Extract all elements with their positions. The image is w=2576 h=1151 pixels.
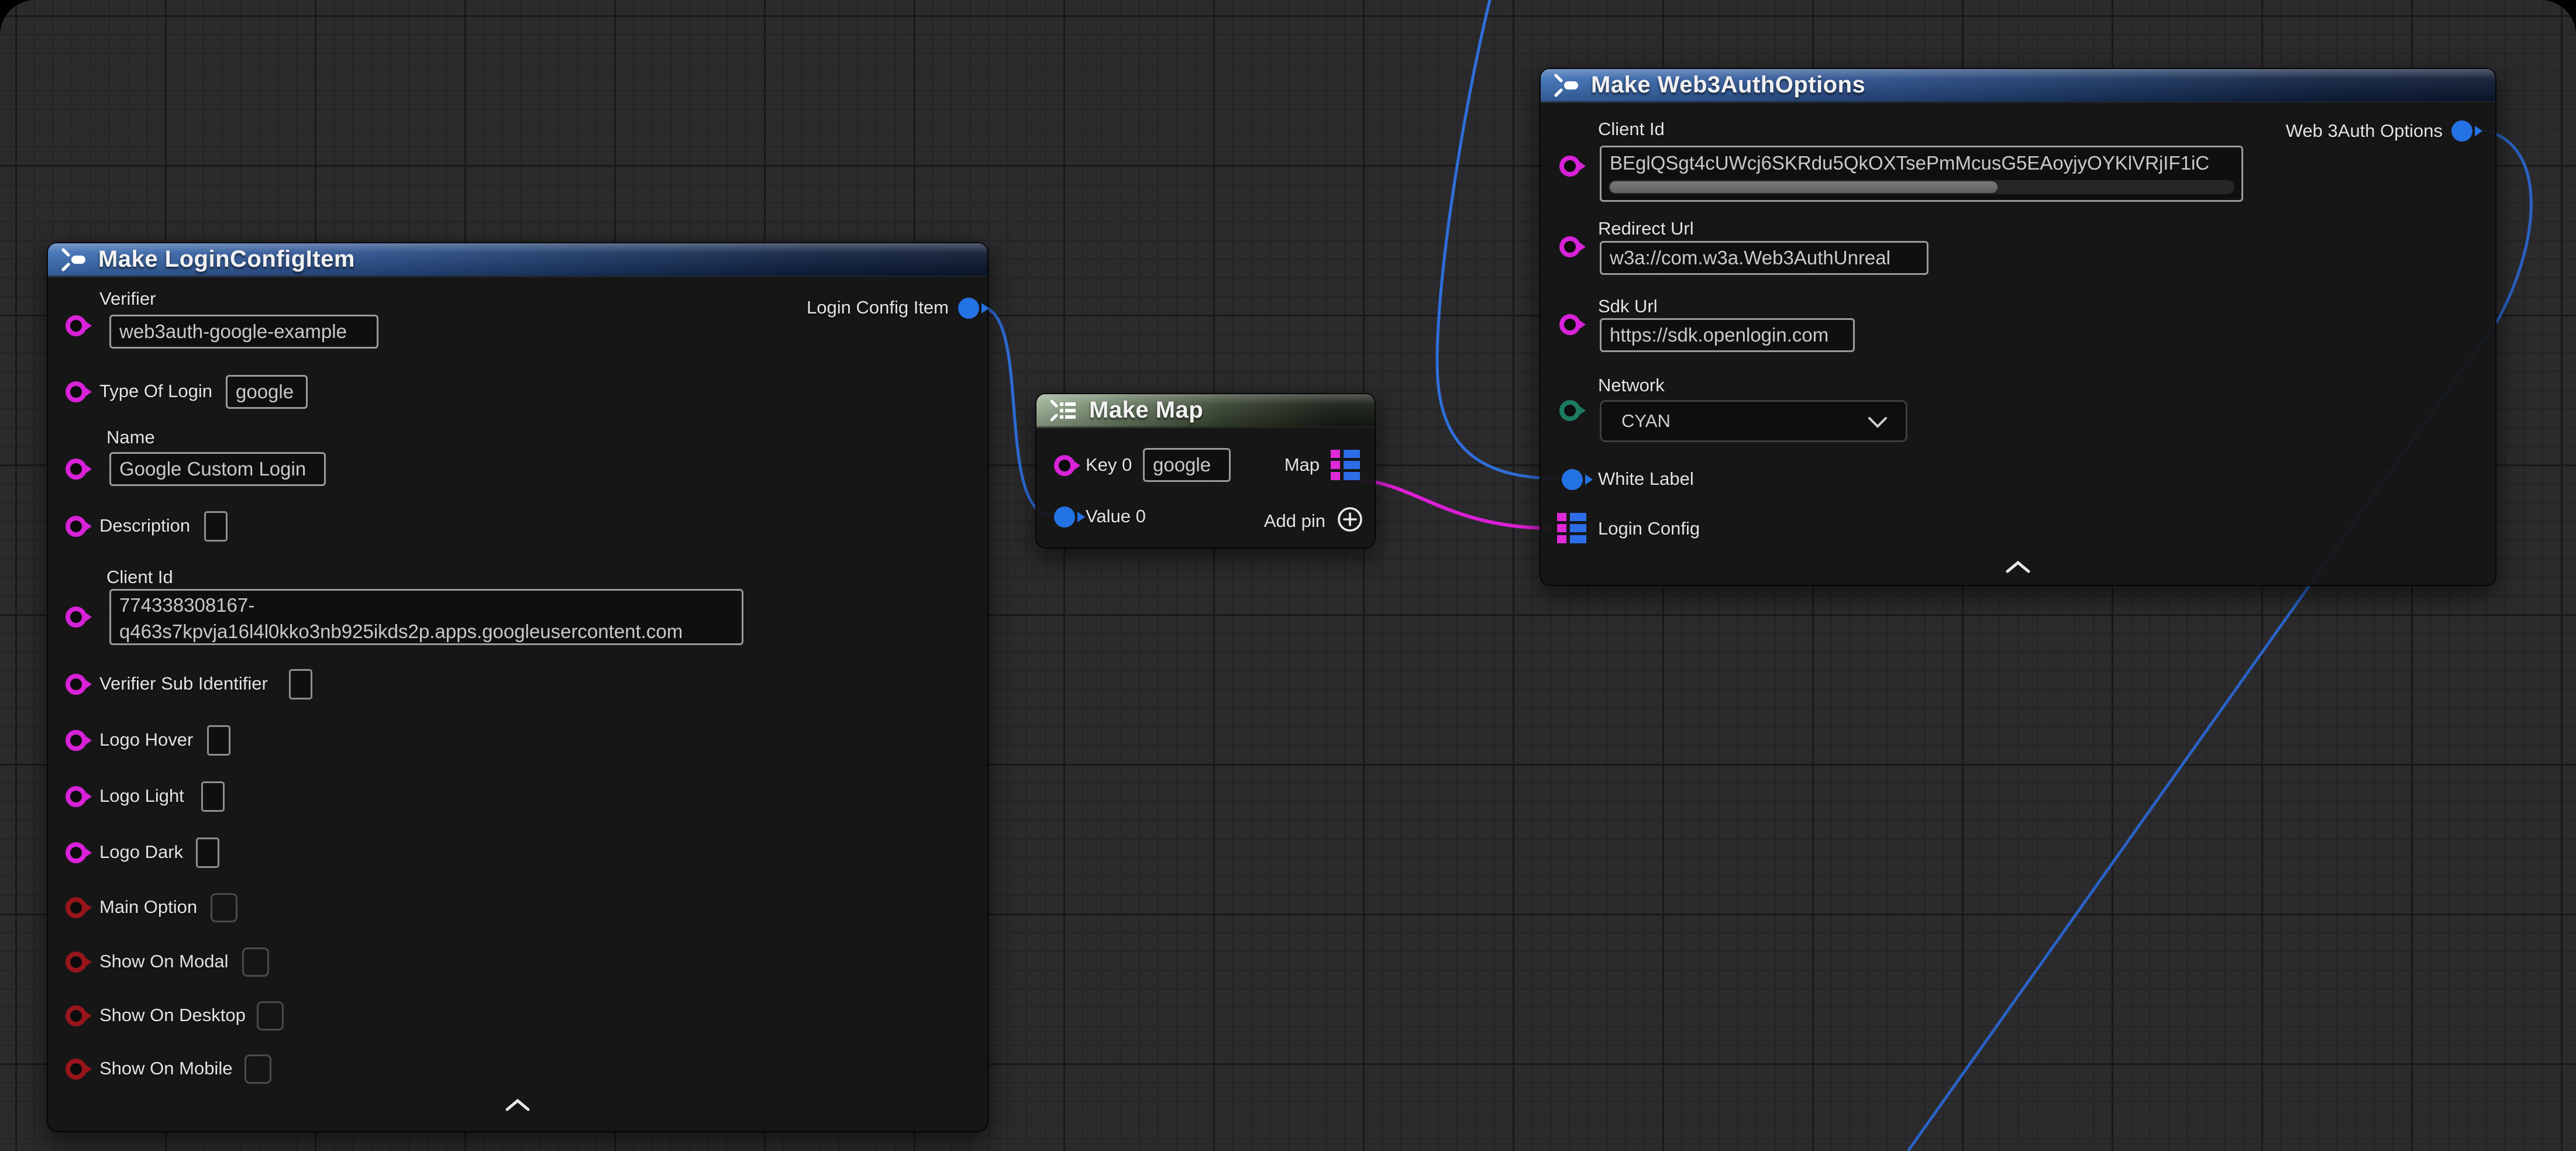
add-pin-label: Add pin [1264,511,1325,532]
logo-hover-label: Logo Hover [99,729,193,750]
show-on-modal-label: Show On Modal [99,951,229,972]
value0-label: Value 0 [1086,506,1146,527]
sdk-url-input[interactable]: https://sdk.openlogin.com [1600,318,1855,352]
node-title: Make Web3AuthOptions [1591,72,1865,98]
output-pin-label: Web 3Auth Options [2286,120,2443,142]
name-pin[interactable] [66,459,87,480]
description-input[interactable] [204,511,228,542]
show-on-mobile-label: Show On Mobile [99,1058,232,1079]
collapse-node-chevron-icon[interactable] [2005,560,2031,573]
network-pin[interactable] [1559,400,1580,421]
value0-pin[interactable] [1054,506,1075,528]
white-label-label: White Label [1598,468,1694,490]
verifier-input[interactable]: web3auth-google-example [109,315,378,349]
description-label: Description [99,515,190,536]
login-config-label: Login Config [1598,518,1700,539]
name-input[interactable]: Google Custom Login [109,452,326,486]
show-on-mobile-checkbox[interactable] [244,1054,271,1084]
make-struct-icon [1554,73,1580,98]
login-config-item-output-pin[interactable] [958,298,979,319]
verifier-sub-identifier-input[interactable] [289,669,312,699]
blueprint-graph-canvas[interactable]: Make LoginConfigItem Login Config Item V… [0,0,2576,1151]
type-of-login-pin[interactable] [66,381,87,402]
verifier-sub-identifier-pin[interactable] [66,674,87,695]
node-header-make-loginconfigitem[interactable]: Make LoginConfigItem [48,243,987,277]
network-value: CYAN [1621,411,1671,432]
logo-light-label: Logo Light [99,785,184,807]
node-title: Make LoginConfigItem [98,246,355,273]
verifier-label: Verifier [99,288,156,309]
key0-label: Key 0 [1086,454,1132,475]
key0-value: google [1153,454,1211,476]
login-config-pin[interactable] [1557,513,1586,543]
type-of-login-label: Type Of Login [99,381,212,402]
sdk-url-pin[interactable] [1559,314,1580,335]
logo-light-input[interactable] [201,781,225,812]
verifier-sub-identifier-label: Verifier Sub Identifier [99,673,268,694]
key0-input[interactable]: google [1143,448,1231,482]
node-make-web3authoptions[interactable]: Make Web3AuthOptions Web 3Auth Options C… [1540,68,2496,586]
name-label: Name [106,427,155,448]
show-on-desktop-label: Show On Desktop [99,1005,246,1026]
client-id-scrollbar-thumb[interactable] [1610,181,1998,193]
main-option-pin[interactable] [66,897,87,918]
map-output-pin[interactable] [1331,450,1360,480]
client-id-label: Client Id [1598,119,1665,140]
logo-dark-pin[interactable] [66,842,87,863]
node-make-map[interactable]: Make Map Key 0 google Map Value 0 Add pi… [1035,393,1376,549]
collapse-node-chevron-icon[interactable] [505,1098,531,1111]
node-make-loginconfigitem[interactable]: Make LoginConfigItem Login Config Item V… [47,242,989,1132]
redirect-url-label: Redirect Url [1598,218,1694,239]
output-pin-label: Login Config Item [807,297,949,318]
description-pin[interactable] [66,516,87,537]
sdk-url-value: https://sdk.openlogin.com [1610,324,1828,346]
type-of-login-input[interactable]: google [226,375,308,409]
show-on-desktop-pin[interactable] [66,1005,87,1026]
add-pin-icon[interactable] [1336,505,1364,533]
key0-pin[interactable] [1054,455,1075,476]
main-option-label: Main Option [99,897,197,918]
client-id-value: BEglQSgt4cUWcj6SKRdu5QkOXTsePmMcusG5EAoy… [1610,151,2233,175]
redirect-url-input[interactable]: w3a://com.w3a.Web3AuthUnreal [1600,241,1928,275]
logo-hover-input[interactable] [207,725,230,756]
redirect-url-value: w3a://com.w3a.Web3AuthUnreal [1610,247,1890,269]
client-id-pin[interactable] [1559,156,1580,177]
client-id-label: Client Id [106,567,173,588]
map-output-label: Map [1284,454,1320,475]
client-id-input[interactable]: 774338308167- q463s7kpvja16l4l0kko3nb925… [109,589,743,645]
name-value: Google Custom Login [119,458,306,480]
client-id-scrollbar-track[interactable] [1609,180,2234,194]
redirect-url-pin[interactable] [1559,236,1580,257]
node-header-make-map[interactable]: Make Map [1036,394,1375,428]
client-id-line1: 774338308167- [119,592,733,618]
web3auth-options-output-pin[interactable] [2451,120,2472,142]
main-option-checkbox[interactable] [211,893,237,922]
logo-hover-pin[interactable] [66,730,87,751]
network-dropdown[interactable]: CYAN [1600,400,1907,442]
verifier-value: web3auth-google-example [119,321,347,343]
node-header-make-web3authoptions[interactable]: Make Web3AuthOptions [1541,69,2495,103]
sdk-url-label: Sdk Url [1598,296,1658,317]
logo-light-pin[interactable] [66,786,87,807]
verifier-pin[interactable] [66,315,87,336]
chevron-down-icon [1867,416,1888,429]
logo-dark-input[interactable] [196,838,219,868]
white-label-pin[interactable] [1562,469,1583,490]
show-on-desktop-checkbox[interactable] [257,1001,284,1031]
type-of-login-value: google [236,381,294,403]
client-id-input[interactable]: BEglQSgt4cUWcj6SKRdu5QkOXTsePmMcusG5EAoy… [1600,146,2243,202]
node-title: Make Map [1089,397,1203,423]
show-on-modal-pin[interactable] [66,952,87,973]
client-id-line2: q463s7kpvja16l4l0kko3nb925ikds2p.apps.go… [119,618,733,645]
make-map-icon [1049,398,1079,423]
show-on-modal-checkbox[interactable] [242,947,269,977]
show-on-mobile-pin[interactable] [66,1059,87,1080]
make-struct-icon [61,247,88,272]
client-id-pin[interactable] [66,606,87,628]
logo-dark-label: Logo Dark [99,842,183,863]
network-label: Network [1598,375,1665,396]
wire-map-to-loginconfig[interactable] [1361,480,1551,528]
